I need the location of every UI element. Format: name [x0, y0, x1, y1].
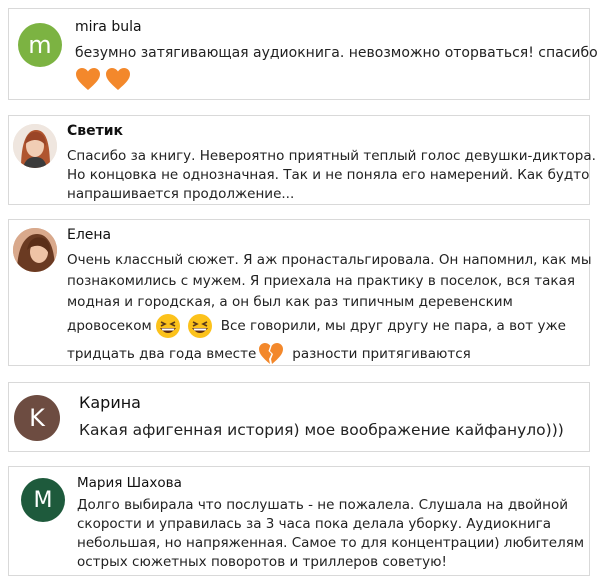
- comment-line: Все говорили, мы друг другу не пара, а в…: [220, 317, 566, 334]
- comment-line: дровосеком: [67, 317, 152, 334]
- comment-card: Светик Спасибо за книгу. Невероятно прия…: [8, 115, 596, 205]
- comment-author[interactable]: Карина: [79, 393, 141, 412]
- avatar-letter: m: [28, 31, 52, 59]
- comment-line: Долго выбирала что послушать - не пожале…: [77, 497, 569, 513]
- avatar[interactable]: [13, 228, 57, 272]
- comment-line: небольшая, но напряженная. Самое то для …: [77, 535, 585, 551]
- comment-line: Спасибо за книгу. Невероятно приятный те…: [67, 148, 596, 164]
- avatar[interactable]: M: [21, 478, 65, 522]
- comment-author[interactable]: Светик: [67, 123, 123, 139]
- comment-line: скорости и управилась за 3 часа пока дел…: [77, 516, 552, 532]
- comment-line: острых сюжетных поворотов и триллеров со…: [77, 554, 447, 570]
- comment-line-with-emoji: дровосеком Все говорили, мы друг другу н…: [67, 313, 591, 339]
- comment-line: Очень классный сюжет. Я аж пронастальгир…: [67, 252, 592, 268]
- avatar[interactable]: m: [18, 23, 62, 67]
- comment-author[interactable]: Елена: [67, 227, 111, 243]
- comment-line: Но концовка не однозначная. Так и не пон…: [67, 167, 590, 183]
- avatar[interactable]: [13, 124, 57, 168]
- comment-line: модная и городская, а он был как раз тип…: [67, 294, 513, 310]
- avatar-photo: [13, 228, 57, 272]
- comment-card: m mira bula безумно затягивающая аудиокн…: [8, 8, 598, 100]
- avatar-letter: K: [29, 404, 45, 432]
- grinning-squinting-face-icon: [155, 314, 180, 338]
- comment-text: Какая афигенная история) мое воображение…: [79, 421, 564, 439]
- avatar[interactable]: K: [14, 395, 60, 441]
- comment-text: Долго выбирала что послушать - не пожале…: [77, 496, 584, 572]
- comment-line: тридцать два года вместе: [67, 345, 257, 362]
- orange-heart-icon: [106, 68, 130, 90]
- comment-author[interactable]: Мария Шахова: [77, 475, 182, 491]
- avatar-photo: [13, 124, 57, 168]
- comment-card: K Карина Какая афигенная история) мое во…: [8, 382, 590, 452]
- comment-author[interactable]: mira bula: [75, 19, 142, 35]
- comment-line: познакомились с мужем. Я приехала на пра…: [67, 273, 575, 289]
- emoji-row: [75, 67, 131, 91]
- comment-card: Елена Очень классный сюжет. Я аж пронаст…: [8, 219, 591, 369]
- comment-line-with-emoji: тридцать два года вместе разности притяг…: [67, 339, 591, 369]
- comment-text: Очень классный сюжет. Я аж пронастальгир…: [67, 250, 591, 369]
- comment-line: разности притягиваются: [292, 345, 471, 362]
- broken-heart-icon: [259, 343, 284, 364]
- avatar-letter: M: [33, 487, 53, 513]
- comment-line: напрашивается продолжение...: [67, 186, 295, 202]
- comment-card: M Мария Шахова Долго выбирала что послуш…: [8, 466, 590, 576]
- orange-heart-icon: [76, 68, 100, 90]
- grinning-squinting-face-icon: [187, 314, 212, 338]
- comment-text: безумно затягивающая аудиокнига. невозмо…: [75, 45, 598, 61]
- comment-text: Спасибо за книгу. Невероятно приятный те…: [67, 147, 596, 204]
